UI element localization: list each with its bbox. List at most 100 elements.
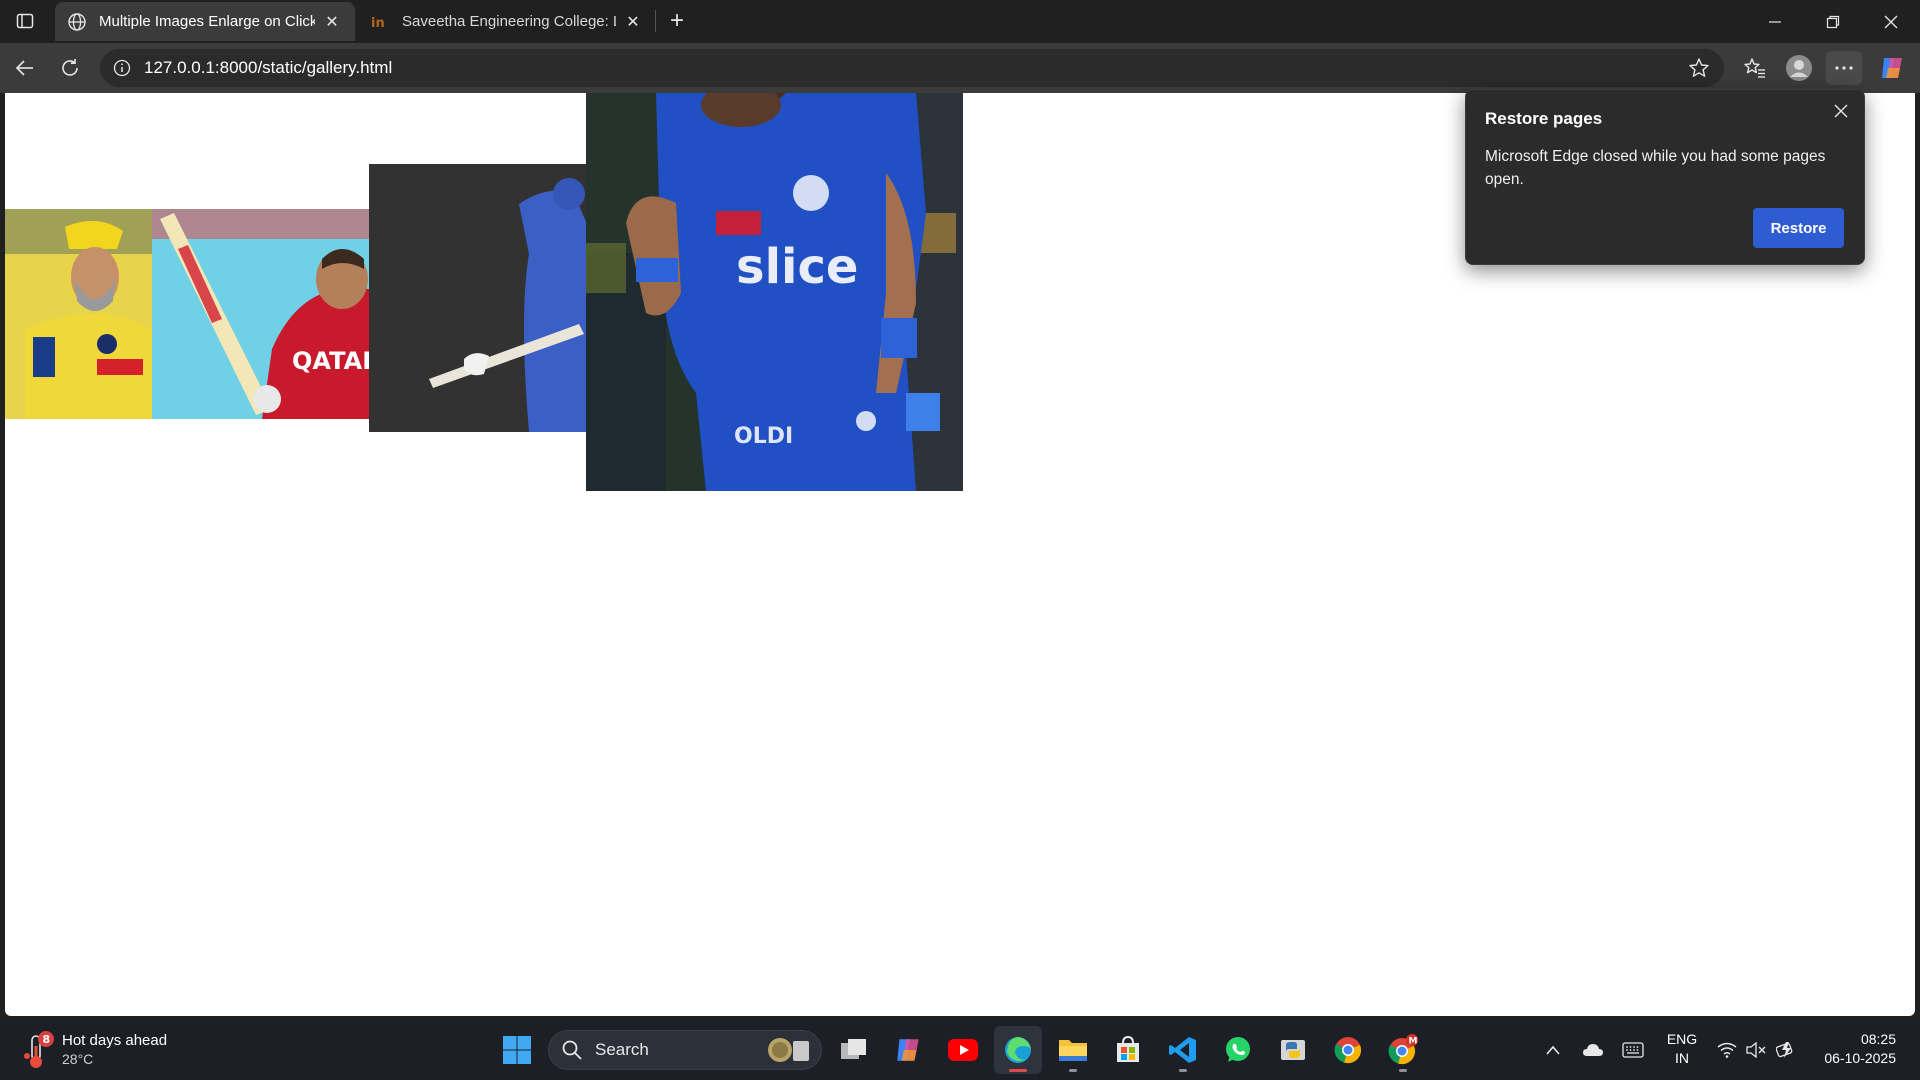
globe-icon [67, 12, 87, 32]
favorite-star-icon[interactable] [1684, 53, 1714, 83]
copilot-button[interactable] [1874, 51, 1910, 85]
minimize-icon [1769, 20, 1781, 23]
keyboard-icon [1622, 1042, 1644, 1058]
volume-muted-icon [1746, 1042, 1766, 1058]
vscode-button[interactable] [1159, 1026, 1207, 1074]
whatsapp-icon [1226, 1037, 1250, 1062]
touch-keyboard-button[interactable] [1618, 1030, 1648, 1070]
language-indicator[interactable]: ENG IN [1657, 1030, 1707, 1068]
refresh-icon [62, 59, 78, 76]
taskbar-search[interactable]: Search [548, 1030, 822, 1070]
start-button[interactable] [493, 1026, 541, 1074]
popup-close-button[interactable] [1828, 98, 1854, 124]
tab-close-icon[interactable]: ✕ [321, 11, 343, 33]
task-view-icon [841, 1039, 866, 1059]
popup-message: Microsoft Edge closed while you had some… [1485, 148, 1826, 188]
battery-status[interactable] [1772, 1030, 1800, 1070]
wifi-status[interactable] [1712, 1030, 1742, 1070]
chrome-icon [1334, 1037, 1362, 1064]
search-placeholder: Search [595, 1040, 649, 1059]
svg-text:in: in [371, 16, 385, 31]
chrome-button[interactable] [1324, 1026, 1372, 1074]
restore-pages-popup: Restore pages Microsoft Edge closed whil… [1465, 89, 1865, 265]
onedrive-button[interactable] [1578, 1030, 1608, 1070]
favorites-list-icon [1744, 58, 1765, 78]
running-indicator [1009, 1069, 1027, 1072]
volume-status[interactable] [1742, 1030, 1770, 1070]
whatsapp-button[interactable] [1214, 1026, 1262, 1074]
tab-close-icon[interactable]: ✕ [622, 11, 644, 33]
hardik-photo-image: slice OLDI [586, 93, 963, 491]
avatar-icon [1786, 55, 1812, 81]
language-code: ENG [1666, 1031, 1698, 1047]
gallery-image-rohit[interactable] [369, 164, 587, 432]
python-idle-button[interactable] [1269, 1026, 1317, 1074]
minimize-button[interactable] [1746, 0, 1804, 43]
dhoni-photo-image [5, 209, 152, 419]
restore-window-button[interactable] [1804, 0, 1862, 43]
folder-icon [1059, 1040, 1087, 1061]
svg-text:OLDI: OLDI [734, 424, 793, 449]
clock-date: 06-10-2025 [1824, 1050, 1896, 1066]
svg-text:slice: slice [736, 239, 858, 295]
tab-actions-icon [16, 13, 34, 29]
tab-actions-button[interactable] [8, 7, 42, 35]
address-bar[interactable]: 127.0.0.1:8000/static/gallery.html [100, 49, 1724, 87]
edge-icon [1005, 1037, 1031, 1063]
gallery-image-hardik[interactable]: slice OLDI [586, 93, 963, 491]
weather-title: Hot days ahead [62, 1032, 168, 1049]
college-favicon-icon: in [370, 12, 390, 32]
youtube-button[interactable] [939, 1026, 987, 1074]
battery-charging-icon [1776, 1042, 1793, 1058]
back-button[interactable] [7, 51, 43, 85]
copilot-taskbar-button[interactable] [884, 1026, 932, 1074]
back-arrow-icon [15, 60, 33, 76]
gallery-image-dhoni[interactable] [5, 209, 152, 419]
store-icon [1117, 1035, 1139, 1062]
cloud-icon [1583, 1044, 1603, 1056]
profile-button[interactable] [1781, 51, 1817, 85]
edge-taskbar-button[interactable] [994, 1026, 1042, 1074]
chevron-up-icon [1546, 1045, 1560, 1055]
rohit-photo-image [369, 164, 587, 432]
favorites-button[interactable] [1737, 51, 1773, 85]
chrome-profile-button[interactable]: M [1379, 1026, 1427, 1074]
running-indicator [1069, 1069, 1077, 1072]
browser-tab-bar: Multiple Images Enlarge on Click ✕ in Sa… [0, 0, 1920, 43]
thermometer-icon: 8 [24, 1030, 54, 1070]
copilot-icon [897, 1039, 919, 1061]
new-tab-button[interactable]: + [662, 6, 692, 36]
file-explorer-button[interactable] [1049, 1026, 1097, 1074]
running-indicator [1179, 1069, 1187, 1072]
url-text[interactable]: 127.0.0.1:8000/static/gallery.html [144, 58, 1684, 78]
tab-separator [655, 10, 656, 32]
windows-taskbar: 8 Hot days ahead 28°C Search M ENG IN 08… [0, 1020, 1920, 1080]
microsoft-store-button[interactable] [1104, 1026, 1152, 1074]
tab-title: Multiple Images Enlarge on Click [99, 13, 315, 30]
python-icon [1281, 1040, 1305, 1060]
kohli-photo-image: QATAR [152, 209, 369, 419]
copilot-icon [1882, 58, 1902, 78]
clock-time: 08:25 [1860, 1031, 1896, 1047]
weather-badge: 8 [43, 1033, 51, 1046]
gallery-image-kohli[interactable]: QATAR [152, 209, 369, 419]
tab-inactive[interactable]: in Saveetha Engineering College: Lo ✕ [358, 2, 656, 41]
weather-widget[interactable]: 8 Hot days ahead 28°C [24, 1028, 167, 1072]
region-code: IN [1675, 1050, 1689, 1066]
tab-title: Saveetha Engineering College: Lo [402, 13, 616, 30]
popup-title: Restore pages [1485, 109, 1603, 128]
running-indicator [1399, 1069, 1407, 1072]
tab-active[interactable]: Multiple Images Enlarge on Click ✕ [55, 2, 355, 41]
task-view-button[interactable] [830, 1026, 878, 1074]
show-hidden-icons-button[interactable] [1540, 1030, 1566, 1070]
svg-text:M: M [1409, 1037, 1418, 1047]
site-info-icon[interactable] [112, 58, 132, 78]
system-clock[interactable]: 08:25 06-10-2025 [1810, 1030, 1896, 1068]
close-window-button[interactable] [1862, 0, 1920, 43]
chrome-profile-icon: M [1388, 1034, 1418, 1065]
windows-logo-icon [503, 1036, 531, 1064]
search-highlight-icon [768, 1038, 809, 1062]
refresh-button[interactable] [52, 51, 88, 85]
settings-more-button[interactable] [1826, 51, 1862, 85]
restore-button[interactable]: Restore [1753, 208, 1844, 248]
